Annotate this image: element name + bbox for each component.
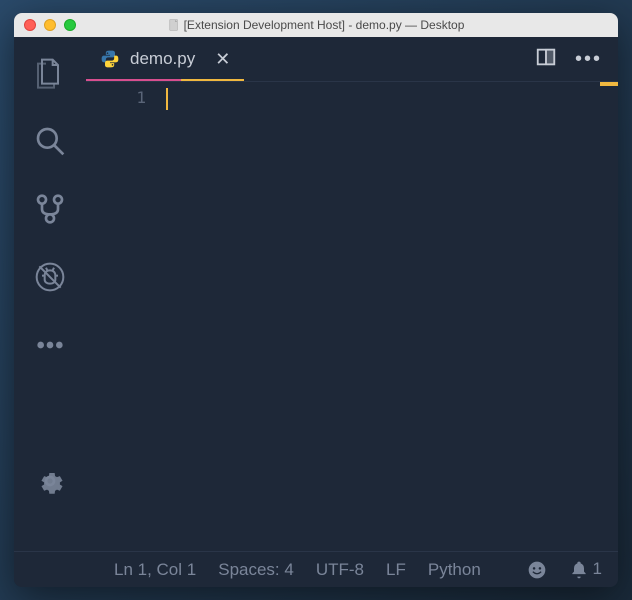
activity-bar <box>14 37 86 551</box>
settings-icon[interactable] <box>30 461 70 501</box>
feedback-icon[interactable] <box>527 559 547 580</box>
overview-ruler-mark <box>600 82 618 86</box>
close-tab-icon[interactable]: ✕ <box>215 49 230 70</box>
explorer-icon[interactable] <box>30 53 70 93</box>
language-mode[interactable]: Python <box>428 560 481 580</box>
text-cursor <box>166 88 168 110</box>
indentation[interactable]: Spaces: 4 <box>218 560 294 580</box>
main-area: demo.py ✕ ••• 1 <box>14 37 618 551</box>
file-icon <box>168 19 180 31</box>
encoding[interactable]: UTF-8 <box>316 560 364 580</box>
search-icon[interactable] <box>30 121 70 161</box>
bell-icon <box>569 559 589 580</box>
maximize-window-button[interactable] <box>64 19 76 31</box>
tab-active[interactable]: demo.py ✕ <box>86 37 244 81</box>
editor-area: demo.py ✕ ••• 1 <box>86 37 618 551</box>
debug-icon[interactable] <box>30 257 70 297</box>
eol[interactable]: LF <box>386 560 406 580</box>
window-titlebar[interactable]: [Extension Development Host] - demo.py —… <box>14 13 618 37</box>
editor-actions: ••• <box>535 37 618 81</box>
window-controls <box>24 19 76 31</box>
more-actions-icon[interactable] <box>30 325 70 365</box>
window-title-text: [Extension Development Host] - demo.py —… <box>184 18 465 32</box>
python-icon <box>100 49 120 69</box>
code-editor[interactable]: 1 <box>86 81 618 551</box>
close-window-button[interactable] <box>24 19 36 31</box>
window-title: [Extension Development Host] - demo.py —… <box>168 18 465 32</box>
tab-label: demo.py <box>130 49 195 69</box>
source-control-icon[interactable] <box>30 189 70 229</box>
minimize-window-button[interactable] <box>44 19 56 31</box>
status-bar: Ln 1, Col 1 Spaces: 4 UTF-8 LF Python 1 <box>14 551 618 587</box>
app-window: [Extension Development Host] - demo.py —… <box>14 13 618 587</box>
notifications-button[interactable]: 1 <box>569 559 602 580</box>
cursor-position[interactable]: Ln 1, Col 1 <box>114 560 196 580</box>
tabs-bar: demo.py ✕ ••• <box>86 37 618 81</box>
line-gutter: 1 <box>86 82 166 551</box>
split-editor-icon[interactable] <box>535 46 557 73</box>
code-content[interactable] <box>166 82 618 551</box>
notifications-count: 1 <box>593 559 602 579</box>
line-number: 1 <box>86 88 146 107</box>
editor-more-icon[interactable]: ••• <box>575 48 602 71</box>
